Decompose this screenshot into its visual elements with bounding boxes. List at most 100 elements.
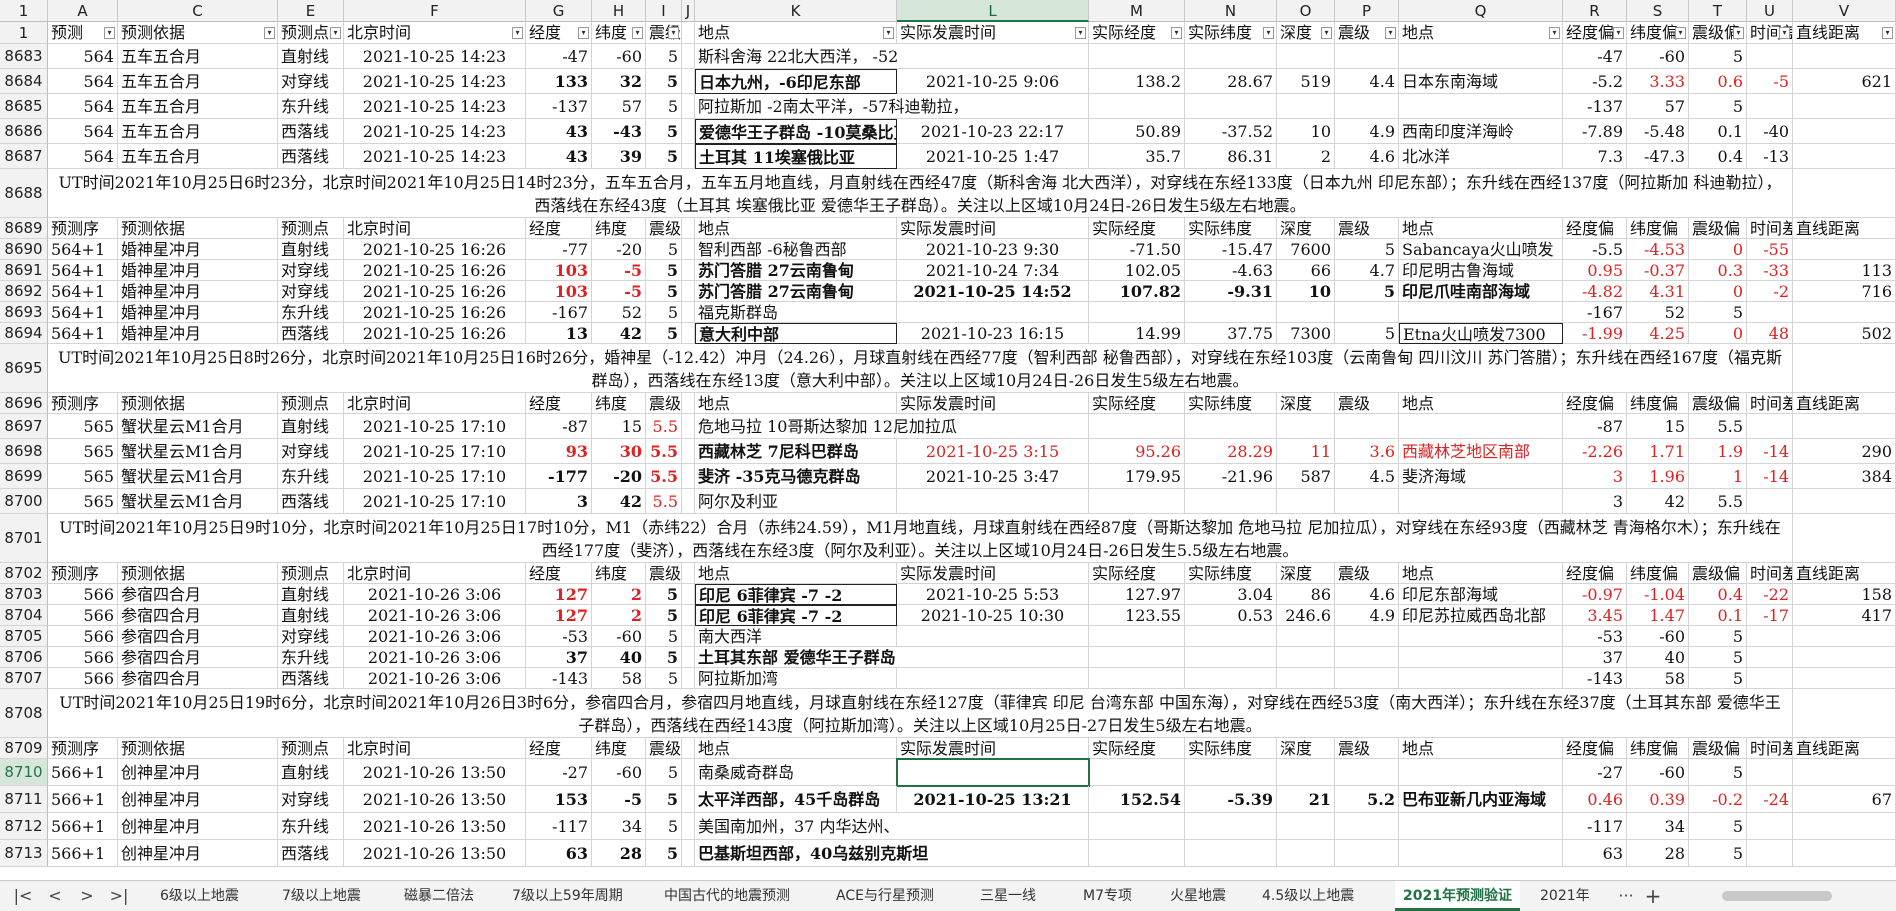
grid-cell[interactable] — [1747, 840, 1793, 867]
header-cell[interactable]: 纬度 — [592, 738, 646, 759]
filter-dropdown-icon[interactable]: ▾ — [1171, 27, 1182, 39]
grid-cell[interactable] — [682, 439, 695, 464]
filter-dropdown-icon[interactable]: ▾ — [104, 27, 115, 39]
grid-cell[interactable] — [682, 840, 695, 867]
grid-cell[interactable]: 参宿四合月 — [118, 647, 278, 668]
column-header-c[interactable]: C — [118, 0, 278, 22]
filter-dropdown-icon[interactable]: ▾ — [330, 27, 341, 39]
grid-cell[interactable] — [1793, 840, 1896, 867]
column-header-v[interactable]: V — [1793, 0, 1896, 22]
grid-cell[interactable]: 0.6 — [1689, 69, 1747, 94]
grid-cell[interactable]: 5 — [646, 626, 682, 647]
grid-cell[interactable] — [1185, 759, 1277, 786]
column-header-u[interactable]: U — [1747, 0, 1793, 22]
grid-cell[interactable]: -1.99 — [1563, 323, 1627, 344]
grid-cell[interactable] — [1185, 489, 1277, 514]
grid-cell[interactable]: 28.67 — [1185, 69, 1277, 94]
row-number[interactable]: 8707 — [0, 668, 48, 689]
grid-cell[interactable] — [1185, 840, 1277, 867]
row-number[interactable]: 8688 — [0, 169, 48, 218]
filter-dropdown-icon[interactable]: ▾ — [1613, 27, 1624, 39]
sheet-tab[interactable]: 2021年 — [1532, 881, 1598, 911]
grid-cell[interactable]: 西落线 — [278, 840, 344, 867]
grid-cell[interactable]: 5 — [1335, 239, 1399, 260]
grid-cell[interactable] — [1277, 813, 1335, 840]
grid-cell[interactable]: 127 — [526, 605, 592, 626]
grid-cell[interactable] — [1185, 302, 1277, 323]
grid-cell[interactable]: 危地马拉 10哥斯达黎加 12尼加拉瓜 — [695, 414, 1089, 439]
grid-cell[interactable]: 婚神星冲月 — [118, 281, 278, 302]
grid-cell[interactable]: -137 — [1563, 94, 1627, 119]
grid-cell[interactable] — [1793, 514, 1896, 563]
row-number[interactable]: 8700 — [0, 489, 48, 514]
grid-cell[interactable]: 对穿线 — [278, 69, 344, 94]
grid-cell[interactable] — [1335, 840, 1399, 867]
grid-cell[interactable] — [1399, 647, 1563, 668]
filter-dropdown-icon[interactable]: ▾ — [1733, 27, 1744, 39]
grid-cell[interactable]: -43 — [592, 119, 646, 144]
grid-cell[interactable]: 2021-10-26 13:50 — [344, 840, 526, 867]
header-cell[interactable]: 时间差 — [1747, 218, 1793, 239]
column-header-t[interactable]: T — [1689, 0, 1747, 22]
grid-cell[interactable]: 63 — [1563, 840, 1627, 867]
grid-cell[interactable] — [1793, 169, 1896, 218]
grid-cell[interactable]: 北冰洋 — [1399, 144, 1563, 169]
grid-cell[interactable]: 63 — [526, 840, 592, 867]
grid-cell[interactable] — [1399, 668, 1563, 689]
row-number[interactable]: 8691 — [0, 260, 48, 281]
row-number[interactable]: 8686 — [0, 119, 48, 144]
grid-cell[interactable]: 2021-10-25 16:26 — [344, 260, 526, 281]
grid-cell[interactable]: 30 — [592, 439, 646, 464]
grid-cell[interactable]: 4.6 — [1335, 144, 1399, 169]
grid-cell[interactable] — [682, 414, 695, 439]
grid-cell[interactable]: 2021-10-25 9:06 — [897, 69, 1089, 94]
grid-cell[interactable]: 创神星冲月 — [118, 759, 278, 786]
row-number[interactable]: 8704 — [0, 605, 48, 626]
forecast-note-cell[interactable]: UT时间2021年10月25日6时23分，北京时间2021年10月25日14时2… — [48, 169, 1793, 218]
grid-cell[interactable]: 西落线 — [278, 119, 344, 144]
header-cell[interactable]: 地点 — [1399, 563, 1563, 584]
grid-cell[interactable]: 婚神星冲月 — [118, 260, 278, 281]
grid-cell[interactable]: 5.5 — [646, 439, 682, 464]
grid-cell[interactable] — [1335, 626, 1399, 647]
header-cell[interactable]: 直线距离 — [1793, 218, 1896, 239]
grid-cell[interactable]: 52 — [592, 302, 646, 323]
grid-cell[interactable] — [1185, 94, 1277, 119]
grid-cell[interactable]: -60 — [1627, 759, 1689, 786]
grid-cell[interactable] — [1277, 668, 1335, 689]
grid-cell[interactable] — [1747, 302, 1793, 323]
grid-cell[interactable] — [1089, 302, 1185, 323]
grid-cell[interactable] — [682, 119, 695, 144]
grid-cell[interactable] — [897, 759, 1089, 786]
grid-cell[interactable]: 86 — [1277, 584, 1335, 605]
grid-cell[interactable]: 婚神星冲月 — [118, 323, 278, 344]
header-cell[interactable]: 震级 — [1335, 393, 1399, 414]
grid-cell[interactable]: 巴基斯坦西部，40乌兹别克斯坦 — [695, 840, 1089, 867]
sheet-tab[interactable]: 2021年预测验证 — [1395, 881, 1520, 911]
grid-cell[interactable] — [682, 759, 695, 786]
grid-cell[interactable]: 565 — [48, 414, 118, 439]
grid-cell[interactable] — [1793, 689, 1896, 738]
grid-cell[interactable] — [1335, 647, 1399, 668]
grid-cell[interactable]: 印尼东部海域 — [1399, 584, 1563, 605]
grid-cell[interactable]: 4.6 — [1335, 584, 1399, 605]
grid-cell[interactable] — [1089, 813, 1185, 840]
grid-cell[interactable] — [1277, 414, 1335, 439]
row-number[interactable]: 8703 — [0, 584, 48, 605]
row-number[interactable]: 8692 — [0, 281, 48, 302]
grid-cell[interactable] — [682, 489, 695, 514]
grid-cell[interactable]: 15 — [592, 414, 646, 439]
grid-cell[interactable]: 2021-10-25 14:23 — [344, 44, 526, 69]
grid-cell[interactable]: 566 — [48, 668, 118, 689]
grid-cell[interactable]: 东升线 — [278, 813, 344, 840]
grid-cell[interactable]: 斐济 -35克马德克群岛 — [695, 464, 897, 489]
column-header-h[interactable]: H — [592, 0, 646, 22]
grid-cell[interactable]: 5.5 — [646, 414, 682, 439]
grid-cell[interactable]: 564+1 — [48, 323, 118, 344]
grid-cell[interactable]: 566+1 — [48, 759, 118, 786]
filter-dropdown-icon[interactable]: ▾ — [578, 27, 589, 39]
grid-cell[interactable]: 93 — [526, 439, 592, 464]
grid-cell[interactable] — [1277, 647, 1335, 668]
grid-cell[interactable]: 43 — [526, 144, 592, 169]
header-cell[interactable]: 预测依据 — [118, 563, 278, 584]
